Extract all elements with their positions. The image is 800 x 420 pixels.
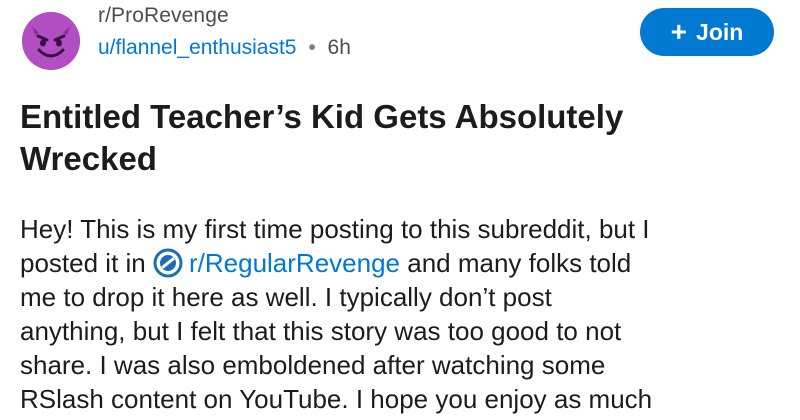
body-line: me to drop it here as well. I typically … bbox=[20, 282, 552, 312]
body-line-with-link: posted it in r/RegularRevenge and many f… bbox=[20, 246, 790, 280]
post-body: Hey! This is my first time posting to th… bbox=[20, 212, 790, 416]
post-header: r/ProRevenge u/flannel_enthusiast5 • 6h … bbox=[0, 0, 800, 80]
subreddit-avatar[interactable] bbox=[22, 12, 80, 70]
join-button[interactable]: + Join bbox=[640, 8, 774, 56]
author-link[interactable]: u/flannel_enthusiast5 bbox=[98, 36, 297, 59]
subreddit-name[interactable]: r/ProRevenge bbox=[98, 4, 229, 28]
post-title-line2: Wrecked bbox=[20, 140, 157, 177]
devil-emoji-icon bbox=[22, 12, 80, 70]
body-line: share. I was also emboldened after watch… bbox=[20, 350, 606, 380]
meta-separator: • bbox=[308, 36, 316, 59]
plus-icon: + bbox=[670, 16, 688, 47]
join-label: Join bbox=[696, 18, 744, 45]
post-title-line1: Entitled Teacher’s Kid Gets Absolutely bbox=[20, 98, 624, 135]
body-line: Hey! This is my first time posting to th… bbox=[20, 214, 650, 244]
body-line: RSlash content on YouTube. I hope you en… bbox=[20, 384, 653, 414]
post-meta: u/flannel_enthusiast5 • 6h bbox=[98, 36, 351, 60]
subreddit-community-icon bbox=[153, 248, 183, 278]
body-line: anything, but I felt that this story was… bbox=[20, 316, 622, 346]
body-text-segment: and many folks told bbox=[407, 248, 632, 278]
body-text-segment: posted it in bbox=[20, 248, 146, 278]
subreddit-mention-link[interactable]: r/RegularRevenge bbox=[153, 248, 400, 278]
post-age: 6h bbox=[327, 36, 351, 59]
post-title[interactable]: Entitled Teacher’s Kid Gets Absolutely W… bbox=[20, 96, 760, 180]
subreddit-mention-text: r/RegularRevenge bbox=[188, 248, 400, 278]
